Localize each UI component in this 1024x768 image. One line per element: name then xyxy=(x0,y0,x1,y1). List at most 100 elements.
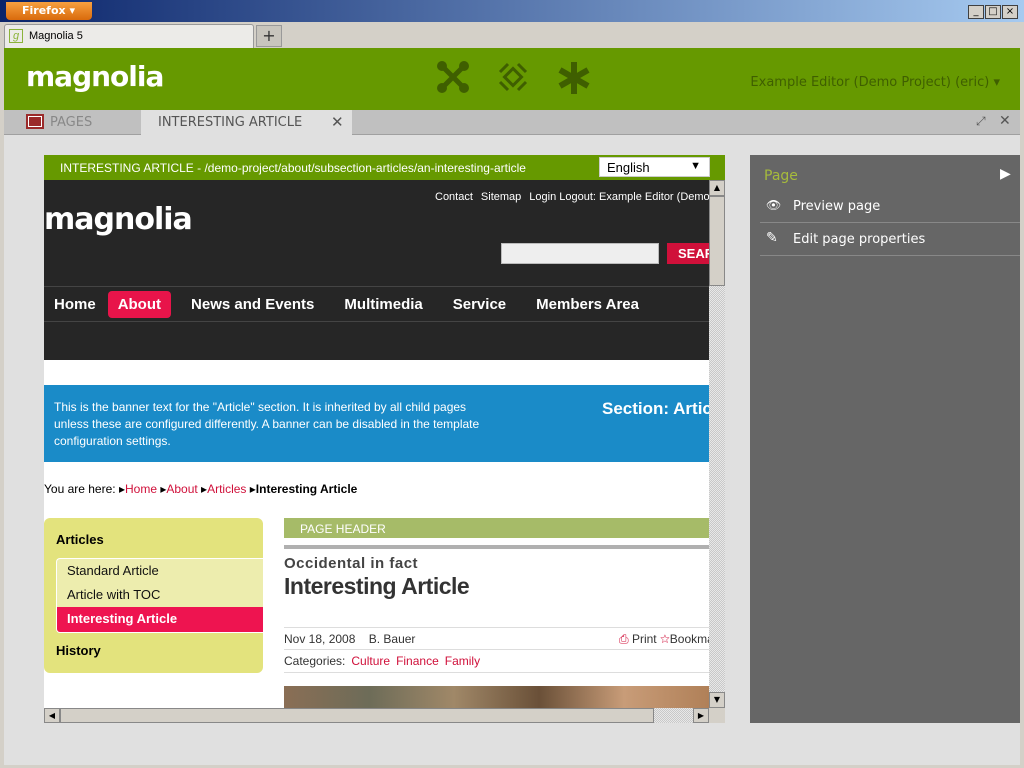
category-finance[interactable]: Finance xyxy=(396,654,439,668)
article-meta: Nov 18, 2008 B. Bauer ⎙ Print ☆Bookmark xyxy=(284,632,709,646)
pages-app-icon xyxy=(26,114,44,129)
main-nav: Home About News and Events Multimedia Se… xyxy=(44,286,709,322)
browser-tab-strip: g Magnolia 5 + xyxy=(0,22,1024,48)
article-image xyxy=(284,686,709,708)
article-subtitle: Occidental in fact xyxy=(284,555,419,572)
vertical-scroll-thumb[interactable] xyxy=(709,196,725,286)
breadcrumb-current: Interesting Article xyxy=(255,482,358,496)
category-family[interactable]: Family xyxy=(445,654,480,668)
bookmark-link[interactable]: Bookmark xyxy=(670,632,709,646)
scroll-up-icon[interactable]: ▲ xyxy=(709,180,725,196)
app-tab-bar: PAGES INTERESTING ARTICLE ✕ ⤢ ✕ xyxy=(4,110,1020,135)
nav-service[interactable]: Service xyxy=(443,291,516,318)
scroll-left-icon[interactable]: ◀ xyxy=(44,708,60,723)
firefox-menu-label: Firefox xyxy=(22,4,66,17)
browser-tab[interactable]: g Magnolia 5 xyxy=(4,24,254,48)
dropdown-arrow-icon: ▼ xyxy=(690,160,701,172)
page-preview: INTERESTING ARTICLE - /demo-project/abou… xyxy=(44,155,725,723)
link-contact[interactable]: Contact xyxy=(435,191,473,203)
print-link[interactable]: Print xyxy=(632,632,657,646)
maximize-button[interactable]: □ xyxy=(985,5,1001,19)
close-tab-icon[interactable]: ✕ xyxy=(331,113,344,131)
scroll-right-icon[interactable]: ▶ xyxy=(693,708,709,723)
browser-tab-title: Magnolia 5 xyxy=(29,30,83,42)
banner-title: Section: Articles xyxy=(602,399,709,418)
user-name: Example Editor (Demo Project) (eric) xyxy=(750,75,990,90)
article-categories: Categories: Culture Finance Family xyxy=(284,654,480,668)
section-banner: This is the banner text for the "Article… xyxy=(44,385,709,462)
page-header-bar: PAGE HEADER xyxy=(284,518,709,543)
divider xyxy=(284,672,709,673)
breadcrumb: You are here: ▸Home ▸About ▸Articles ▸In… xyxy=(44,482,358,496)
language-value: English xyxy=(607,160,650,175)
pencil-icon: ✎ xyxy=(766,230,778,246)
search-button[interactable]: SEARCH xyxy=(667,243,709,264)
breadcrumb-label: You are here: xyxy=(44,482,116,496)
search-input[interactable] xyxy=(501,243,659,264)
tab-article-label: INTERESTING ARTICLE xyxy=(158,115,303,130)
nav-news-events[interactable]: News and Events xyxy=(181,291,324,318)
tab-pages[interactable]: PAGES xyxy=(4,110,141,135)
breadcrumb-articles[interactable]: Articles xyxy=(207,482,246,496)
site-header: magnolia Contact Sitemap Login Logout: Exa… xyxy=(44,180,709,360)
user-menu[interactable]: Example Editor (Demo Project) (eric) ▾ xyxy=(750,75,1000,90)
link-sitemap[interactable]: Sitemap xyxy=(481,191,521,203)
breadcrumb-about[interactable]: About xyxy=(166,482,197,496)
action-label: Edit page properties xyxy=(793,232,926,247)
nav-history[interactable]: History xyxy=(56,643,101,658)
divider xyxy=(284,627,709,628)
nav-about[interactable]: About xyxy=(107,290,172,318)
subnav-interesting-article[interactable]: Interesting Article xyxy=(57,607,263,632)
top-links: Contact Sitemap Login Logout: Example Edit… xyxy=(427,191,709,203)
site-frame: magnolia Contact Sitemap Login Logout: Exa… xyxy=(44,180,709,708)
action-label: Preview page xyxy=(793,199,881,214)
maximize-icon[interactable]: ⤢ xyxy=(976,114,986,129)
banner-text: This is the banner text for the "Article… xyxy=(54,400,480,448)
tab-pages-label: PAGES xyxy=(50,115,93,130)
window-title-bar: Firefox ▾ _ □ × xyxy=(0,0,1024,22)
nav-articles[interactable]: Articles xyxy=(56,532,104,547)
vertical-scrollbar[interactable]: ▲ ▼ xyxy=(709,180,725,708)
chevron-down-icon: ▾ xyxy=(993,75,1000,90)
action-preview-page[interactable]: 👁 Preview page xyxy=(760,190,1020,223)
minimize-button[interactable]: _ xyxy=(968,5,984,19)
preview-path-bar: INTERESTING ARTICLE - /demo-project/abou… xyxy=(44,155,725,180)
category-culture[interactable]: Culture xyxy=(351,654,390,668)
action-panel: Page ▶ 👁 Preview page ✎ Edit page proper… xyxy=(750,155,1020,723)
nav-home[interactable]: Home xyxy=(44,291,106,318)
magnolia-logo[interactable]: magnolia xyxy=(26,60,164,93)
pulse-icon[interactable] xyxy=(436,60,470,94)
favorites-icon[interactable] xyxy=(496,60,530,94)
eye-icon: 👁 xyxy=(766,198,782,212)
nav-multimedia[interactable]: Multimedia xyxy=(334,291,432,318)
tab-interesting-article[interactable]: INTERESTING ARTICLE ✕ xyxy=(141,110,352,135)
article-title: Interesting Article xyxy=(284,573,470,599)
asterisk-icon[interactable] xyxy=(556,60,592,96)
categories-label: Categories: xyxy=(284,654,346,668)
divider xyxy=(284,545,709,549)
site-logo[interactable]: magnolia xyxy=(44,202,193,237)
language-select[interactable]: English ▼ xyxy=(599,157,710,177)
subnav-standard-article[interactable]: Standard Article xyxy=(57,559,263,583)
app-header: magnolia Example Editor (Demo Project) (… xyxy=(4,48,1020,110)
close-app-icon[interactable]: ✕ xyxy=(999,113,1011,129)
link-login[interactable]: Login Logout: Example Editor (Demo Proje… xyxy=(529,191,709,203)
action-edit-properties[interactable]: ✎ Edit page properties xyxy=(760,223,1020,256)
divider xyxy=(284,649,709,650)
firefox-menu-button[interactable]: Firefox ▾ xyxy=(6,2,92,20)
subnav: Standard Article Article with TOC Intere… xyxy=(56,558,263,633)
article-author: B. Bauer xyxy=(368,632,416,646)
subnav-article-toc[interactable]: Article with TOC xyxy=(57,583,263,607)
nav-members-area[interactable]: Members Area xyxy=(526,291,649,318)
print-icon: ⎙ xyxy=(619,632,629,646)
section-nav: Articles Standard Article Article with T… xyxy=(44,518,263,673)
panel-heading: Page xyxy=(764,168,798,184)
breadcrumb-home[interactable]: Home xyxy=(125,482,157,496)
scroll-down-icon[interactable]: ▼ xyxy=(709,692,725,708)
new-tab-button[interactable]: + xyxy=(256,25,282,47)
horizontal-scrollbar[interactable]: ◀ ▶ xyxy=(44,708,709,723)
panel-collapse-icon[interactable]: ▶ xyxy=(1000,166,1011,182)
horizontal-scroll-thumb[interactable] xyxy=(60,708,654,723)
page-path: INTERESTING ARTICLE - /demo-project/abou… xyxy=(60,161,526,175)
close-window-button[interactable]: × xyxy=(1002,5,1018,19)
